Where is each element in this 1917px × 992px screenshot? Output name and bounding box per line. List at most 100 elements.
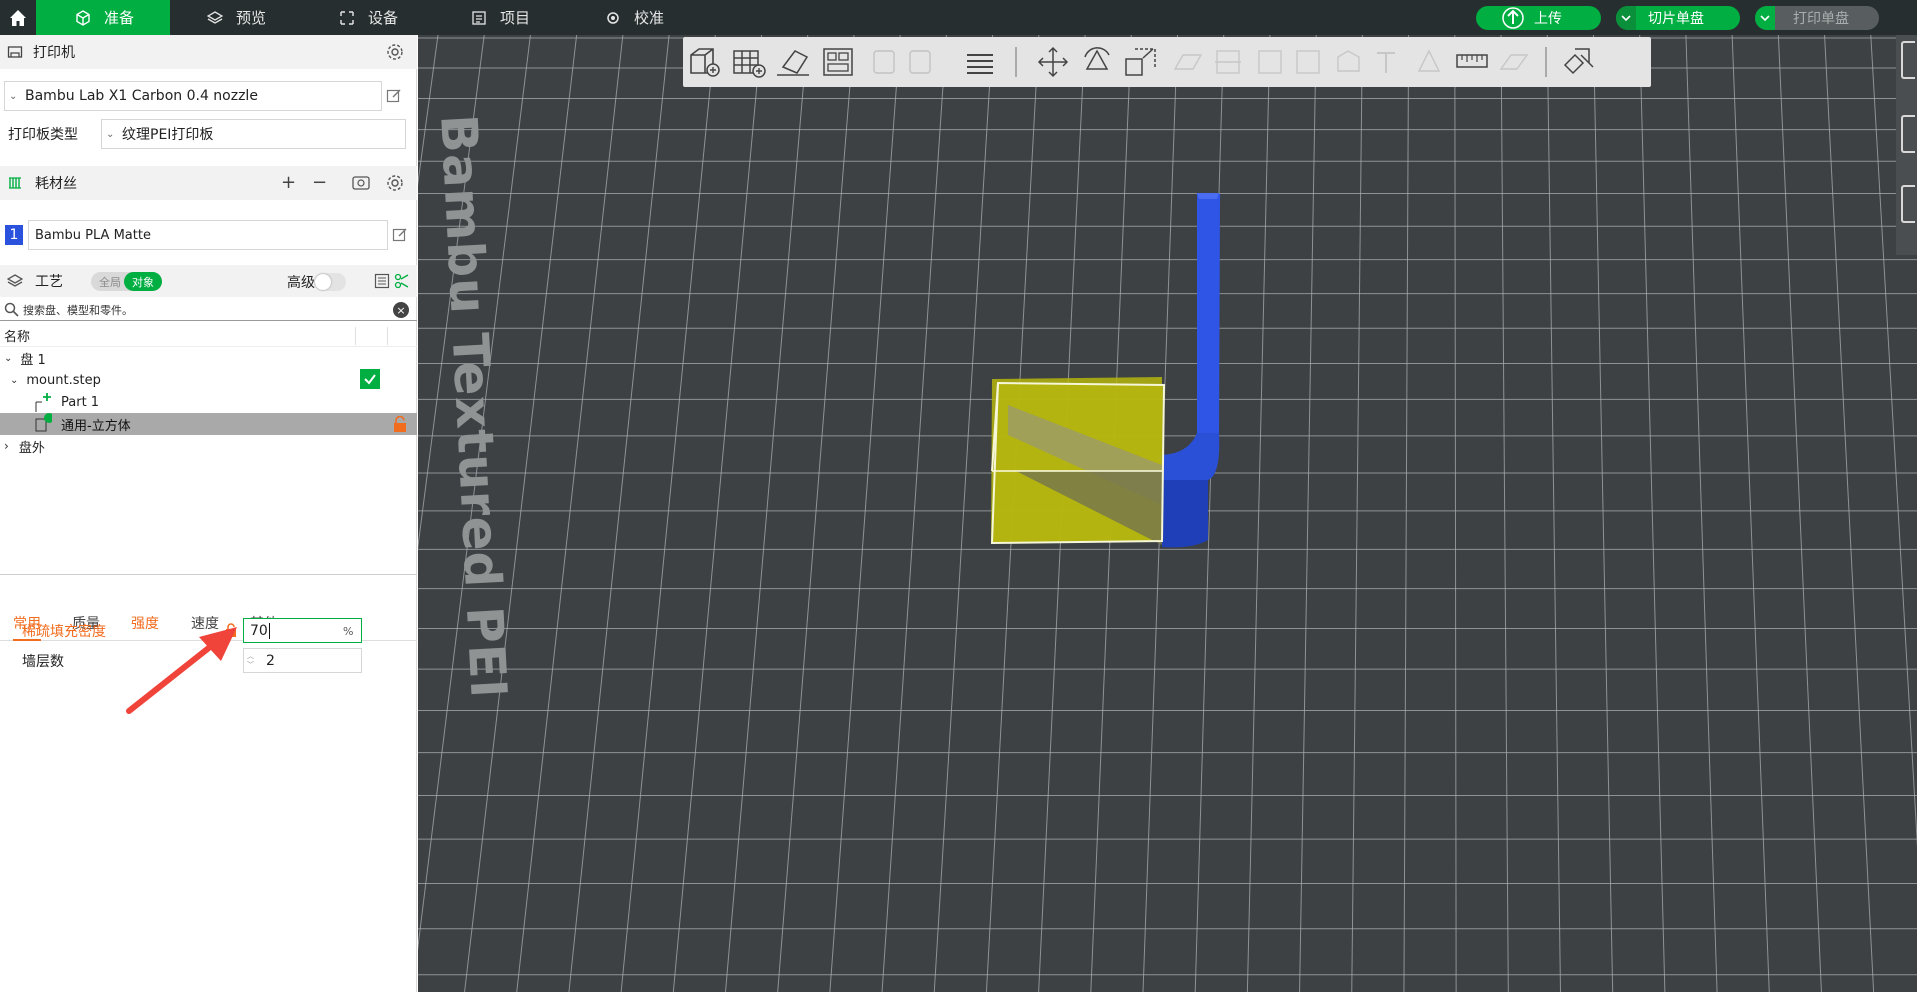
search-box[interactable]: 搜索盘、模型和零件。 ×	[0, 299, 417, 321]
tab-calibrate-label: 校准	[634, 9, 665, 27]
infill-unit: %	[343, 625, 354, 638]
sync-filament-icon[interactable]	[352, 175, 370, 191]
tree-row-modifier[interactable]: 通用-立方体	[0, 413, 417, 435]
printer-icon	[7, 44, 23, 60]
divider	[0, 574, 417, 575]
upload-icon	[1502, 7, 1524, 29]
chevron-down-icon[interactable]: ⌄	[10, 375, 18, 386]
upload-button[interactable]: 上传	[1476, 6, 1601, 30]
support-paint-icon	[1258, 50, 1282, 74]
wall-loops-value: 2	[266, 653, 275, 669]
measure-icon[interactable]	[1455, 49, 1489, 75]
add-object-icon[interactable]	[687, 45, 723, 79]
filament-slot-badge[interactable]: 1	[5, 225, 23, 245]
scale-icon[interactable]	[1123, 45, 1159, 79]
slice-plate-label: 切片单盘	[1648, 11, 1704, 27]
check-icon	[364, 374, 376, 385]
tree-header: 名称	[0, 325, 417, 347]
assembly-icon	[1499, 54, 1529, 70]
wall-loops-label: 墙层数	[22, 654, 64, 670]
global-object-toggle[interactable]: 全局 对象	[91, 272, 162, 291]
arrange-icon[interactable]	[821, 45, 855, 79]
gear-icon[interactable]	[386, 43, 404, 61]
tab-preview[interactable]: 预览	[206, 0, 266, 35]
toggle-global-label: 全局	[99, 276, 121, 289]
process-section-header: 工艺 全局 对象 高级	[0, 265, 417, 297]
tree-row-part1[interactable]: Part 1	[0, 391, 417, 413]
add-icon[interactable]: +	[281, 174, 296, 192]
wall-loops-stepper[interactable]: ︿ ﹀ 2	[243, 648, 362, 673]
auto-orient-icon[interactable]	[775, 45, 811, 79]
move-icon[interactable]	[1035, 45, 1071, 79]
device-icon	[338, 9, 356, 27]
tree-row-plate1[interactable]: ⌄ 盘 1	[0, 347, 417, 369]
3d-viewport[interactable]: Bambu Textured PEI	[418, 35, 1917, 992]
process-icon	[7, 273, 23, 289]
outside-label: 盘外	[18, 440, 45, 456]
print-plate-button[interactable]: 打印单盘	[1755, 6, 1879, 30]
advanced-label: 高级	[287, 275, 315, 291]
chevron-down-icon: ⌄	[106, 128, 115, 140]
home-button[interactable]	[0, 0, 36, 35]
upload-label: 上传	[1534, 11, 1562, 27]
modifier-label: 通用-立方体	[61, 418, 131, 434]
remove-icon[interactable]: −	[312, 174, 327, 192]
seam-paint-icon	[1296, 50, 1320, 74]
object-checkbox[interactable]	[360, 369, 380, 389]
chevron-down-icon[interactable]: ⌄	[4, 353, 12, 364]
clear-search-icon[interactable]: ×	[393, 302, 409, 318]
plate-type-select[interactable]: ⌄ 纹理PEI打印板	[101, 119, 406, 149]
lock-icon[interactable]	[393, 416, 407, 432]
view-top-icon[interactable]	[1901, 115, 1915, 153]
cut-icon	[1215, 50, 1241, 74]
plate1-label: 盘 1	[20, 352, 46, 368]
modifier-icon	[34, 413, 52, 435]
rotate-icon[interactable]	[1079, 45, 1115, 79]
stepper-arrows-icon[interactable]: ︿ ﹀	[247, 652, 254, 670]
view-front-icon[interactable]	[1901, 185, 1915, 223]
fuzzy-skin-icon	[1337, 50, 1360, 72]
compare-icon[interactable]	[394, 273, 410, 289]
tree-row-object[interactable]: ⌄ mount.step	[0, 369, 417, 391]
home-icon	[10, 9, 26, 26]
tree-header-name: 名称	[4, 330, 31, 345]
advanced-switch[interactable]	[314, 273, 346, 291]
view-cube-icon[interactable]	[1901, 41, 1915, 79]
explode-view-icon[interactable]	[1561, 45, 1597, 79]
part-icon	[34, 392, 52, 412]
object-tree: 名称 ⌄ 盘 1 ⌄ mount.step Part 1 通用-立方体 › 盘外	[0, 325, 417, 579]
viewport-toolbar	[683, 37, 1651, 87]
print-plate-label: 打印单盘	[1793, 11, 1849, 27]
printer-title: 打印机	[33, 45, 75, 61]
tab-prepare[interactable]: 准备	[36, 0, 170, 35]
layers-editor-icon[interactable]	[965, 47, 995, 77]
mmu-paint-icon	[1417, 49, 1441, 72]
cube-icon	[74, 9, 92, 27]
tab-project[interactable]: 项目	[470, 0, 530, 35]
tab-project-label: 项目	[500, 9, 531, 27]
model-objects	[990, 193, 1221, 548]
add-plate-icon[interactable]	[731, 45, 767, 79]
tab-prepare-label: 准备	[104, 9, 135, 27]
split-parts-icon	[909, 50, 931, 74]
edit-filament-icon[interactable]	[392, 227, 408, 243]
text-icon	[1377, 52, 1395, 73]
lay-on-face-icon	[1173, 54, 1203, 70]
tab-calibrate[interactable]: 校准	[604, 0, 664, 35]
gear-icon[interactable]	[386, 174, 404, 192]
filament-material: Bambu PLA Matte	[35, 227, 151, 243]
slice-plate-button[interactable]: 切片单盘	[1616, 6, 1740, 30]
chevron-right-icon[interactable]: ›	[4, 439, 9, 453]
edit-printer-icon[interactable]	[386, 88, 402, 104]
layers-icon	[206, 9, 224, 27]
top-bar: 准备 预览 设备 项目 校准 上传 切片单盘 打印单盘	[0, 0, 1917, 35]
right-tool-strip	[1896, 35, 1917, 255]
tab-device[interactable]: 设备	[338, 0, 398, 35]
tree-row-outside[interactable]: › 盘外	[0, 435, 417, 457]
filament-select[interactable]: Bambu PLA Matte	[28, 220, 388, 250]
infill-density-field[interactable]: 70 %	[243, 618, 362, 643]
left-panel: 打印机 ⌄ Bambu Lab X1 Carbon 0.4 nozzle 打印板…	[0, 35, 417, 992]
printer-select[interactable]: ⌄ Bambu Lab X1 Carbon 0.4 nozzle	[4, 81, 382, 111]
list-view-icon[interactable]	[374, 273, 390, 289]
plate-type-label: 打印板类型	[8, 127, 78, 143]
